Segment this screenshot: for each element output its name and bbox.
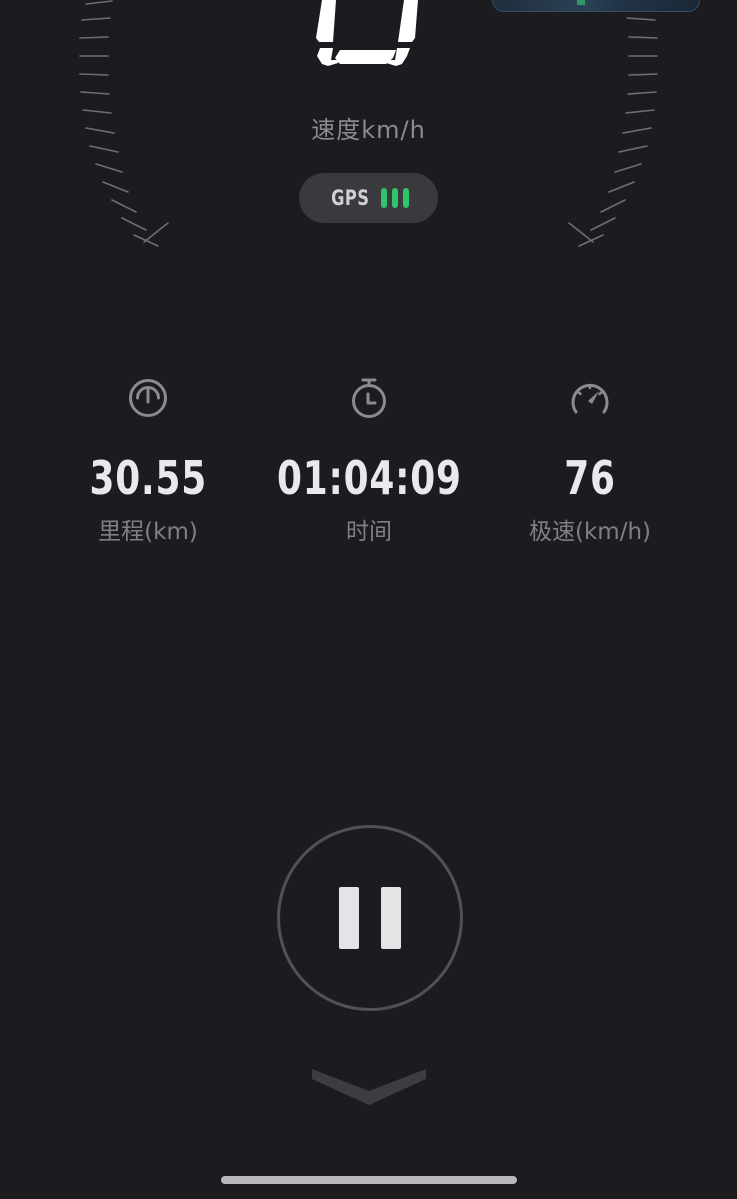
chevron-down-icon[interactable] (312, 1065, 426, 1107)
stopwatch-icon (352, 378, 386, 418)
distance-value: 30.55 (89, 451, 207, 505)
gps-signal-bar (391, 188, 398, 208)
home-indicator[interactable] (221, 1176, 517, 1184)
dial-icon (129, 379, 167, 417)
speedometer-icon (571, 383, 609, 414)
time-value: 01:04:09 (276, 451, 462, 505)
speed-unit-label: 速度km/h (311, 116, 426, 144)
top-speed-value: 76 (564, 451, 616, 505)
gps-label: GPS (331, 186, 370, 210)
speed-digit-zero (316, 0, 418, 66)
top-speed-label: 极速(km/h) (529, 519, 651, 545)
stat-top-speed: 76 极速(km/h) (470, 372, 710, 546)
map-thumbnail[interactable] (492, 0, 700, 12)
gps-status-badge: GPS (299, 173, 438, 223)
stat-time: 01:04:09 时间 (249, 372, 489, 546)
pause-icon (339, 887, 359, 949)
gps-signal-bar (380, 188, 387, 208)
gps-signal-icon (380, 188, 409, 208)
current-speed-display (316, 0, 418, 66)
stat-distance: 30.55 里程(km) (28, 372, 268, 546)
pause-button[interactable] (277, 825, 463, 1011)
distance-label: 里程(km) (98, 519, 198, 545)
time-label: 时间 (346, 519, 392, 545)
pause-icon (381, 887, 401, 949)
gps-signal-bar (402, 188, 409, 208)
